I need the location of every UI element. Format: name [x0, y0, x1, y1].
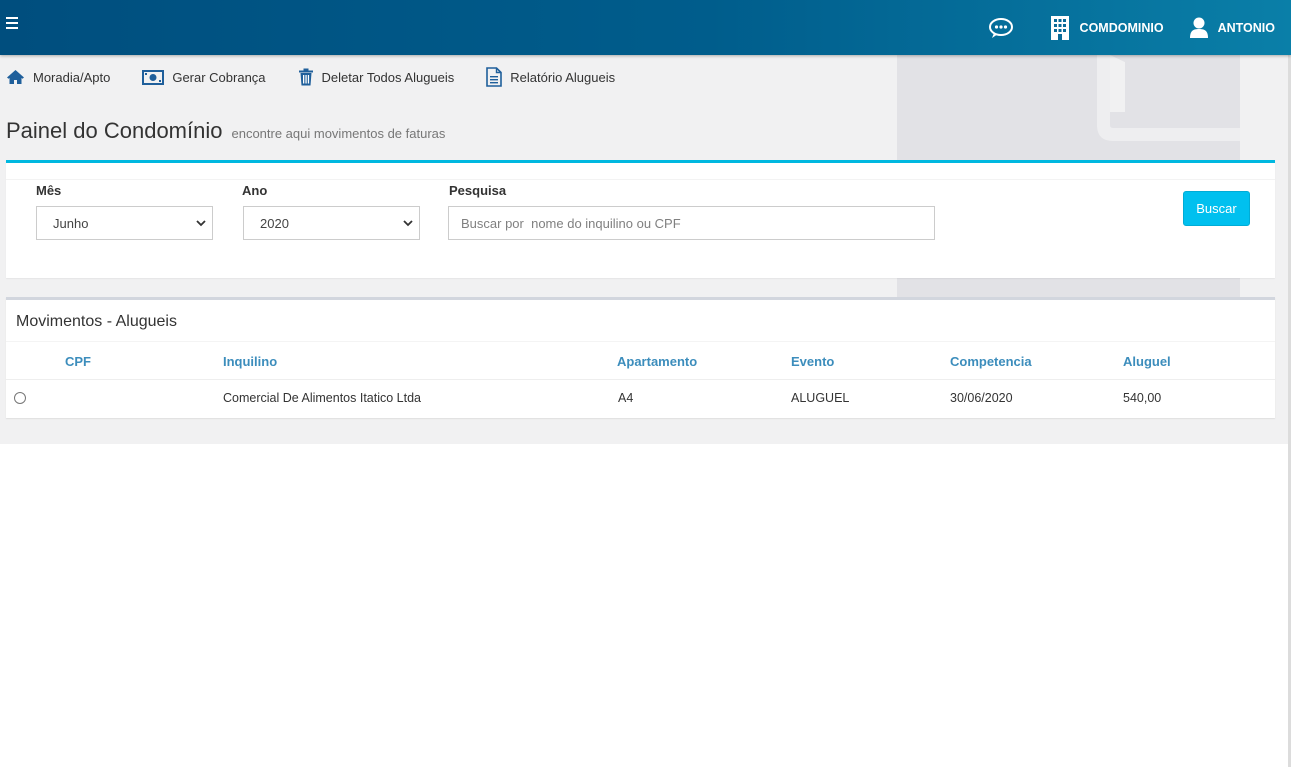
column-header-inquilino[interactable]: Inquilino [223, 354, 277, 369]
table-header: CPF Inquilino Apartamento Evento Compete… [6, 341, 1275, 380]
user-menu[interactable]: ANTONIO [1189, 17, 1275, 39]
page-subtitle: encontre aqui movimentos de faturas [231, 126, 446, 141]
month-select[interactable]: Junho [36, 206, 213, 240]
chat-button[interactable] [988, 17, 1024, 39]
user-name: ANTONIO [1217, 20, 1275, 35]
month-label: Mês [36, 183, 62, 198]
action-label: Moradia/Apto [33, 69, 111, 85]
top-navbar: COMDOMINIO ANTONIO [0, 0, 1291, 55]
page-title: Painel do Condomínio [6, 118, 223, 143]
hamburger-icon[interactable] [6, 17, 19, 29]
deletar-todos-alugueis-link[interactable]: Deletar Todos Alugueis [298, 68, 455, 86]
money-icon [142, 69, 165, 85]
chat-icon [988, 17, 1013, 38]
year-value: 2020 [260, 215, 289, 231]
buscar-button[interactable]: Buscar [1183, 191, 1250, 226]
cell-inquilino: Comercial De Alimentos Itatico Ltda [223, 391, 422, 405]
column-header-aluguel[interactable]: Aluguel [1123, 354, 1171, 369]
action-label: Gerar Cobrança [172, 69, 266, 85]
gerar-cobranca-link[interactable]: Gerar Cobrança [142, 69, 266, 85]
search-input[interactable] [448, 206, 935, 240]
filter-panel: Mês Junho Ano 2020 Pesquisa Buscar [6, 160, 1275, 278]
row-select-radio[interactable] [14, 392, 26, 404]
cell-evento: ALUGUEL [791, 391, 850, 405]
month-value: Junho [53, 215, 89, 231]
divider [6, 179, 1275, 180]
user-icon [1189, 17, 1208, 38]
navbar-right: COMDOMINIO ANTONIO [962, 0, 1275, 55]
column-header-competencia[interactable]: Competencia [950, 354, 1032, 369]
year-select[interactable]: 2020 [243, 206, 420, 240]
trash-icon [298, 68, 313, 86]
actions-toolbar: Moradia/Apto Gerar Cobrança Deletar Todo… [6, 67, 647, 87]
table-row[interactable]: Comercial De Alimentos Itatico Ltda A4 A… [6, 379, 1275, 417]
action-label: Relatório Alugueis [510, 69, 616, 85]
chevron-down-icon [403, 220, 413, 227]
search-label: Pesquisa [449, 183, 507, 198]
column-header-evento[interactable]: Evento [791, 354, 834, 369]
condominio-label: COMDOMINIO [1079, 20, 1164, 35]
relatorio-alugueis-link[interactable]: Relatório Alugueis [486, 67, 615, 87]
movimentos-panel: Movimentos - Alugueis CPF Inquilino Apar… [6, 297, 1275, 418]
home-icon [7, 70, 24, 84]
condominio-menu[interactable]: COMDOMINIO [1050, 15, 1164, 41]
table-title: Movimentos - Alugueis [16, 313, 177, 330]
cell-competencia: 30/06/2020 [950, 391, 1013, 405]
column-header-cpf[interactable]: CPF [65, 354, 91, 369]
document-icon [486, 67, 503, 87]
column-header-apartamento[interactable]: Apartamento [617, 354, 697, 369]
building-icon [1050, 15, 1069, 40]
action-label: Deletar Todos Alugueis [321, 69, 455, 85]
moradia-apto-link[interactable]: Moradia/Apto [6, 69, 110, 85]
cell-apartamento: A4 [618, 391, 634, 405]
cell-aluguel: 540,00 [1123, 391, 1162, 405]
chevron-down-icon [196, 220, 206, 227]
page-header: Painel do Condomínio encontre aqui movim… [6, 118, 445, 144]
year-label: Ano [242, 183, 268, 198]
